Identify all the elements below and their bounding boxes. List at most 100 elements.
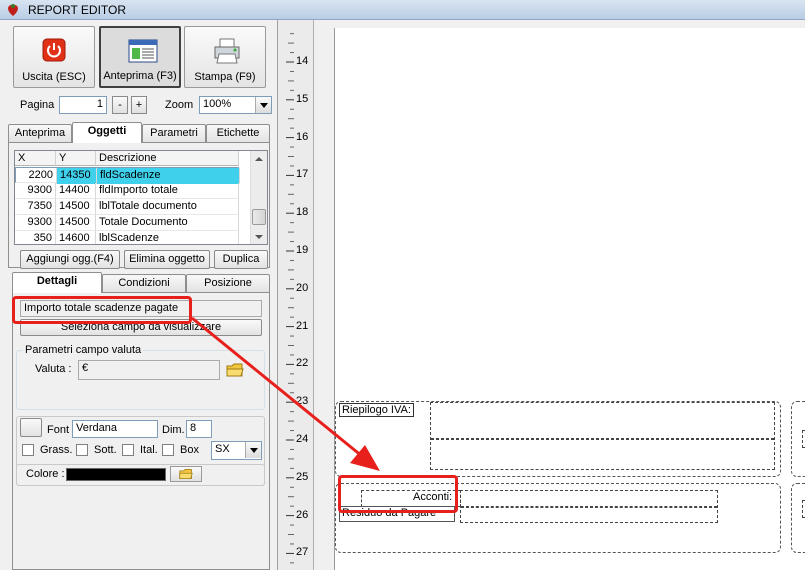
- tab-condizioni[interactable]: Condizioni: [102, 274, 186, 292]
- valuta-input[interactable]: €: [78, 360, 220, 380]
- box-label: Box: [180, 444, 199, 456]
- tab-dettagli[interactable]: Dettagli: [12, 272, 102, 293]
- currency-group-title: Parametri campo valuta: [23, 344, 144, 356]
- zoom-value: 100%: [203, 98, 232, 110]
- dim-label: Dim.: [162, 424, 185, 436]
- zoom-label: Zoom: [165, 99, 194, 111]
- font-name-input[interactable]: Verdana: [72, 420, 158, 438]
- objects-grid[interactable]: X Y Descrizione 2200 14350 fldScadenze 9…: [14, 150, 268, 245]
- cell-descrizione: fldScadenze: [97, 168, 240, 184]
- align-value: SX: [215, 443, 230, 455]
- cell-y: 14350: [57, 168, 97, 184]
- cell-descrizione: lblScadenze: [96, 231, 239, 244]
- preview-button[interactable]: Anteprima (F3): [99, 26, 181, 88]
- delete-object-button[interactable]: Elimina oggetto: [124, 250, 210, 269]
- italic-checkbox[interactable]: [122, 444, 134, 456]
- grid-scrollbar[interactable]: [250, 151, 267, 244]
- top-tabs: Anteprima Oggetti Parametri Etichette: [8, 122, 270, 143]
- color-picker-button[interactable]: [170, 466, 202, 482]
- chevron-down-icon[interactable]: [245, 442, 261, 458]
- ruler-label: 16: [296, 130, 309, 143]
- page-input[interactable]: 1: [59, 96, 107, 114]
- page-next-button[interactable]: +: [131, 96, 147, 114]
- zoom-select[interactable]: 100%: [199, 96, 272, 114]
- tab-etichette[interactable]: Etichette: [206, 124, 270, 142]
- print-label: Stampa (F9): [194, 71, 256, 83]
- cell-x: 2200: [16, 168, 57, 184]
- preview-window-icon: [128, 39, 158, 63]
- detail-tabs: Dettagli Condizioni Posizione: [12, 272, 270, 293]
- table-row[interactable]: 7350 14500 lblTotale documento: [15, 199, 239, 215]
- ruler-label: 25: [296, 470, 309, 483]
- scroll-up-icon[interactable]: [251, 151, 267, 167]
- color-label: Colore :: [26, 468, 65, 480]
- table-row[interactable]: 350 14600 lblScadenze: [15, 231, 239, 244]
- cell-x: 7350: [15, 199, 56, 215]
- printer-icon: [214, 38, 240, 64]
- page-label: Pagina: [20, 99, 55, 111]
- ruler-label: 14: [296, 55, 309, 67]
- page-prev-button[interactable]: -: [112, 96, 128, 114]
- italic-label: Ital.: [140, 444, 158, 456]
- riepilogo-divider: [431, 438, 774, 440]
- add-object-button[interactable]: Aggiungi ogg.(F4): [20, 250, 120, 269]
- cell-y: 14500: [56, 199, 96, 215]
- print-button[interactable]: Stampa (F9): [184, 26, 266, 88]
- underline-checkbox[interactable]: [76, 444, 88, 456]
- window-title: REPORT EDITOR: [28, 3, 127, 17]
- riepilogo-label[interactable]: Riepilogo IVA:: [339, 403, 414, 417]
- ruler-label: 24: [296, 433, 309, 445]
- annotation-box-field: [12, 296, 192, 324]
- ruler-label: 19: [296, 244, 309, 256]
- font-picker-button[interactable]: [20, 418, 42, 437]
- column-header-x[interactable]: X: [15, 151, 56, 166]
- table-row[interactable]: 2200 14350 fldScadenze: [15, 167, 240, 184]
- ruler-label: 20: [296, 281, 309, 294]
- table-row[interactable]: 9300 14400 fldImporto totale: [15, 183, 239, 199]
- ruler-label: 27: [296, 546, 309, 559]
- exit-label: Uscita (ESC): [22, 71, 86, 83]
- font-label: Font: [47, 424, 70, 436]
- cell-descrizione: lblTotale documento: [96, 199, 239, 215]
- duplicate-button[interactable]: Duplica: [214, 250, 268, 269]
- cell-descrizione: Totale Documento: [96, 215, 239, 231]
- scroll-down-icon[interactable]: [251, 230, 267, 244]
- cell-x: 9300: [15, 215, 56, 231]
- cell-x: 9300: [15, 183, 56, 199]
- tab-posizione[interactable]: Posizione: [186, 274, 270, 292]
- box-checkbox[interactable]: [162, 444, 174, 456]
- ruler-label: 15: [296, 92, 309, 105]
- ruler-label: 22: [296, 357, 309, 370]
- acconti-divider: [461, 506, 717, 508]
- folder-button[interactable]: [225, 361, 245, 379]
- exit-button[interactable]: Uscita (ESC): [13, 26, 95, 88]
- folder-icon: [179, 468, 193, 480]
- ruler-label: 18: [296, 206, 309, 219]
- left-panel: Uscita (ESC) Anteprima (F3) Stampa (F9) …: [0, 20, 278, 570]
- bold-checkbox[interactable]: [22, 444, 34, 456]
- tab-parametri[interactable]: Parametri: [142, 124, 206, 142]
- valuta-label: Valuta :: [35, 363, 72, 375]
- right-section-2[interactable]: [791, 483, 805, 553]
- tab-anteprima[interactable]: Anteprima: [8, 124, 72, 142]
- annotation-box-acconti: [338, 475, 458, 513]
- ruler-label: 21: [296, 319, 309, 332]
- align-select[interactable]: SX: [211, 441, 262, 460]
- bold-label: Grass.: [40, 444, 73, 456]
- underline-label: Sott.: [94, 444, 117, 456]
- chevron-down-icon[interactable]: [255, 97, 271, 113]
- column-header-y[interactable]: Y: [56, 151, 96, 166]
- table-row[interactable]: 9300 14500 Totale Documento: [15, 215, 239, 231]
- column-header-descrizione[interactable]: Descrizione: [96, 151, 239, 166]
- font-size-input[interactable]: 8: [186, 420, 212, 438]
- riepilogo-field[interactable]: [430, 402, 775, 470]
- color-swatch[interactable]: [66, 468, 166, 481]
- tab-oggetti[interactable]: Oggetti: [72, 122, 142, 143]
- ruler-label: 26: [296, 508, 309, 521]
- folder-icon: [226, 363, 244, 377]
- power-icon: [42, 38, 66, 62]
- scroll-thumb[interactable]: [252, 209, 266, 225]
- cell-x: 350: [15, 231, 56, 244]
- page-zoom-row: Pagina 1 - + Zoom 100%: [0, 95, 278, 117]
- ruler-label: 17: [296, 168, 309, 181]
